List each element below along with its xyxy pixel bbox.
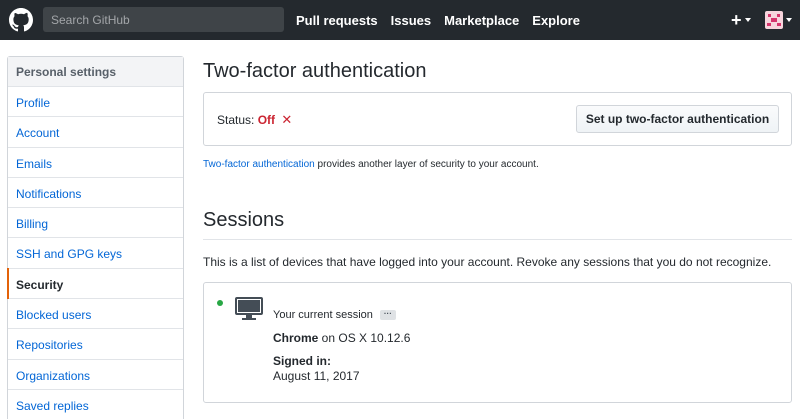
desktop-computer-icon [235,297,263,320]
setup-two-factor-button[interactable]: Set up two-factor authentication [576,105,779,133]
sidebar-item-saved-replies[interactable]: Saved replies [8,390,183,419]
sidebar-item-account[interactable]: Account [8,117,183,148]
browser-os: on OS X 10.12.6 [318,331,411,345]
two-factor-note: Two-factor authentication provides anoth… [203,159,539,170]
nav-marketplace[interactable]: Marketplace [444,13,519,28]
session-browser: Chrome on OS X 10.12.6 [273,331,410,345]
sidebar-item-ssh-gpg-keys[interactable]: SSH and GPG keys [8,238,183,269]
header-nav: Pull requests Issues Marketplace Explore [296,0,593,40]
nav-explore[interactable]: Explore [532,13,580,28]
session-details-toggle[interactable]: ··· [379,310,396,320]
sidebar-item-emails[interactable]: Emails [8,148,183,178]
sidebar-item-security[interactable]: Security [7,267,183,300]
sidebar-item-repositories[interactable]: Repositories [8,329,183,360]
sidebar-menu: Profile Account Emails Notifications Bil… [7,87,183,419]
sidebar-heading: Personal settings [8,57,183,87]
chevron-down-icon [786,18,792,22]
search-input[interactable] [43,7,284,32]
signed-in-date: August 11, 2017 [273,369,360,383]
sessions-title: Sessions [203,209,285,231]
session-item: Your current session ··· Chrome on OS X … [203,282,792,403]
status-value: Off [257,113,276,127]
two-factor-status: Status: Off ✕ [217,112,292,128]
current-session-text: Your current session [273,309,373,321]
sessions-divider [203,239,792,240]
search-box[interactable] [43,7,284,32]
x-icon: ✕ [281,112,293,127]
two-factor-status-box: Status: Off ✕ Set up two-factor authenti… [203,92,792,146]
github-logo-icon[interactable] [9,8,33,32]
current-session-label: Your current session ··· [273,309,396,321]
signed-in-label: Signed in: [273,354,331,368]
sessions-description: This is a list of devices that have logg… [203,255,772,269]
sidebar-item-profile[interactable]: Profile [8,87,183,118]
sidebar-item-organizations[interactable]: Organizations [8,360,183,390]
settings-sidebar: Personal settings Profile Account Emails… [7,56,184,419]
sidebar-item-billing[interactable]: Billing [8,208,183,239]
sidebar-item-notifications[interactable]: Notifications [8,178,183,209]
plus-icon: + [731,10,742,30]
active-session-indicator [217,300,223,306]
site-header: Pull requests Issues Marketplace Explore… [0,0,800,40]
user-menu-dropdown[interactable] [765,10,795,30]
chevron-down-icon [744,18,751,22]
nav-issues[interactable]: Issues [391,13,431,28]
two-factor-help-link[interactable]: Two-factor authentication [203,159,315,170]
browser-name: Chrome [273,331,319,345]
two-factor-title: Two-factor authentication [203,60,427,82]
status-label: Status: [217,113,255,127]
sidebar-item-blocked-users[interactable]: Blocked users [8,299,183,330]
nav-pull-requests[interactable]: Pull requests [296,13,378,28]
avatar [765,11,783,29]
two-factor-note-text: provides another layer of security to yo… [314,159,539,170]
create-new-dropdown[interactable]: + [731,11,755,29]
